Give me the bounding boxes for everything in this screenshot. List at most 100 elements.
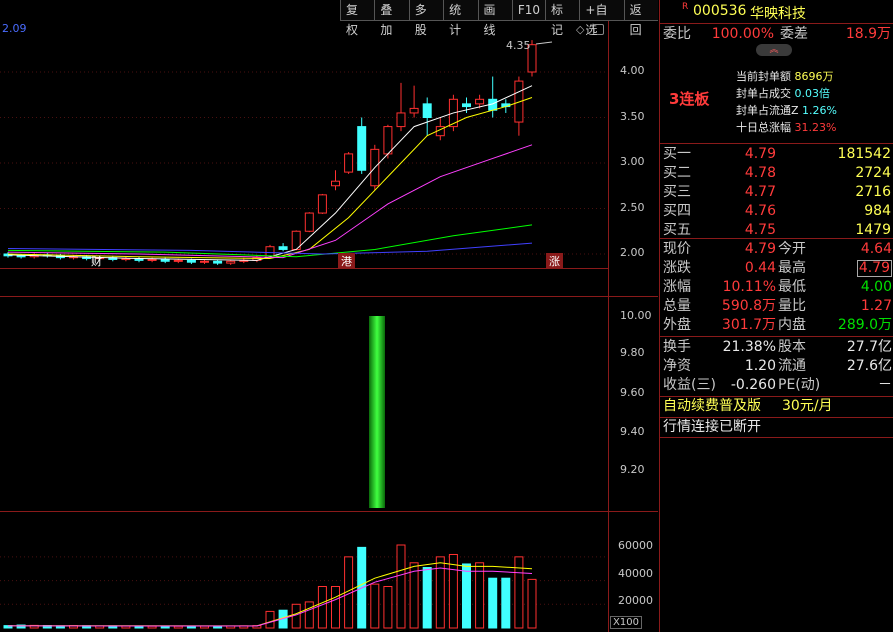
price-tick: 4.00 bbox=[620, 64, 645, 77]
kline-chart-area[interactable]: 2.09 4.35 ◇ 4.00 3.50 3.00 2.50 2.00 10.… bbox=[0, 0, 658, 632]
candle-body bbox=[160, 258, 170, 262]
quote-label: 量比 bbox=[778, 298, 806, 314]
fund-row: 净资 1.20 流通 27.6亿 bbox=[660, 357, 893, 376]
draw-line-button[interactable]: 画线 bbox=[477, 0, 512, 37]
quote-value: 1.27 bbox=[860, 298, 892, 314]
indicator-tick: 9.40 bbox=[620, 425, 645, 438]
connection-status: 行情连接已断开 bbox=[663, 419, 761, 435]
add-watchlist-button[interactable]: +自选 bbox=[579, 0, 624, 37]
chart-toolbar: 复权 叠加 多股 统计 画线 F10 标记 +自选 返回 bbox=[340, 0, 658, 37]
connection-status-row: 行情连接已断开 bbox=[660, 418, 893, 437]
bid-volume: 2724 bbox=[855, 165, 891, 181]
seal-info-value: 1.26% bbox=[802, 104, 837, 117]
high-label-arrow bbox=[535, 41, 553, 45]
quote-value: 4.00 bbox=[860, 279, 892, 295]
quote-value: 10.11% bbox=[722, 279, 776, 295]
seal-info-item: 封单占成交 0.03倍 bbox=[736, 85, 837, 102]
quote-value: 0.44 bbox=[744, 260, 776, 276]
multi-stock-button[interactable]: 多股 bbox=[408, 0, 444, 37]
divider bbox=[660, 23, 893, 24]
candle-body bbox=[213, 260, 223, 264]
seal-info-label: 封单占成交 bbox=[736, 87, 791, 100]
quote-row: 现价 4.79 今开 4.64 bbox=[660, 240, 893, 259]
bid-row[interactable]: 买三 4.77 2716 bbox=[660, 183, 893, 202]
price-tick: 2.50 bbox=[620, 201, 645, 214]
candle-body bbox=[357, 126, 367, 171]
candle-body bbox=[147, 258, 157, 261]
seal-info-label: 十日总涨幅 bbox=[736, 121, 791, 134]
subscription-row[interactable]: 自动续费普及版 30元/月 bbox=[660, 397, 893, 416]
volume-tick: 40000 bbox=[618, 567, 653, 580]
weibi-label: 委比 bbox=[663, 26, 691, 42]
chart-canvas[interactable] bbox=[0, 0, 658, 632]
overlay-button[interactable]: 叠加 bbox=[374, 0, 409, 37]
stock-name: 华映科技 bbox=[750, 6, 806, 22]
candle-body bbox=[475, 98, 485, 105]
quote-value: 289.0万 bbox=[837, 317, 892, 333]
bid-label: 买四 bbox=[663, 203, 691, 219]
fund-value: 1.20 bbox=[744, 358, 776, 374]
event-marker-finance[interactable]: 财 bbox=[88, 253, 105, 269]
event-marker-limitup[interactable]: 涨 bbox=[546, 253, 563, 269]
divider bbox=[660, 437, 893, 438]
high-price-label: 4.35 bbox=[506, 39, 531, 52]
quote-value: 4.79 bbox=[744, 241, 776, 257]
seal-info-value: 31.23% bbox=[794, 121, 837, 134]
bid-row[interactable]: 买一 4.79 181542 bbox=[660, 145, 893, 164]
mark-button[interactable]: 标记 bbox=[545, 0, 580, 37]
quote-label: 总量 bbox=[663, 298, 691, 314]
price-tick: 2.00 bbox=[620, 246, 645, 259]
subscription-price[interactable]: 30元/月 bbox=[782, 397, 833, 416]
volume-bar bbox=[317, 586, 327, 629]
indicator-tick: 9.20 bbox=[620, 463, 645, 476]
bid-row[interactable]: 买四 4.76 984 bbox=[660, 202, 893, 221]
volume-bar bbox=[331, 586, 340, 629]
event-marker-hk[interactable]: 港 bbox=[338, 253, 355, 269]
fund-row: 换手 21.38% 股本 27.7亿 bbox=[660, 338, 893, 357]
quote-panel: R 000536 华映科技 委比 100.00% 委差 18.9万 ︽ 3连板 … bbox=[659, 0, 893, 632]
bid-row[interactable]: 买二 4.78 2724 bbox=[660, 164, 893, 183]
restore-rights-button[interactable]: 复权 bbox=[340, 0, 375, 37]
candle-body bbox=[409, 107, 419, 114]
fund-value: 21.38% bbox=[722, 339, 776, 355]
quote-row: 外盘 301.7万 内盘 289.0万 bbox=[660, 316, 893, 335]
subscription-label[interactable]: 自动续费普及版 bbox=[663, 397, 761, 416]
volume-bar bbox=[462, 563, 471, 629]
stock-code: 000536 bbox=[693, 3, 747, 19]
quote-value: 301.7万 bbox=[721, 317, 776, 333]
divider bbox=[660, 336, 893, 337]
bid-label: 买一 bbox=[663, 146, 691, 162]
indicator-tick: 9.80 bbox=[620, 346, 645, 359]
volume-bar bbox=[370, 583, 380, 629]
bid-price: 4.76 bbox=[744, 203, 776, 219]
volume-tick: 60000 bbox=[618, 539, 653, 552]
bid-price: 4.77 bbox=[744, 184, 776, 200]
volume-unit-badge[interactable]: X100 bbox=[610, 616, 642, 629]
seal-info-value: 0.03倍 bbox=[794, 87, 831, 100]
price-tick: 3.00 bbox=[620, 155, 645, 168]
quote-label: 今开 bbox=[778, 241, 806, 257]
price-tick: 3.50 bbox=[620, 110, 645, 123]
volume-bar bbox=[448, 553, 458, 629]
back-button[interactable]: 返回 bbox=[623, 0, 658, 37]
candle-body bbox=[200, 260, 209, 263]
indicator-tick: 9.60 bbox=[620, 386, 645, 399]
fund-label: 净资 bbox=[663, 358, 691, 374]
weibi-value: 100.00% bbox=[711, 26, 774, 42]
statistics-button[interactable]: 统计 bbox=[443, 0, 478, 37]
bid-volume: 2716 bbox=[855, 184, 891, 200]
indicator-tick: 10.00 bbox=[620, 309, 652, 322]
seal-info-item: 十日总涨幅 31.23% bbox=[736, 119, 837, 136]
f10-button[interactable]: F10 bbox=[511, 0, 546, 21]
seal-info-label: 当前封单额 bbox=[736, 70, 791, 83]
fund-label: 收益(三) bbox=[663, 377, 716, 393]
weicha-value: 18.9万 bbox=[845, 26, 891, 42]
volume-bar bbox=[475, 562, 485, 629]
topleft-value: 2.09 bbox=[2, 22, 27, 35]
quote-row: 涨跌 0.44 最高 4.79 bbox=[660, 259, 893, 278]
candle-body bbox=[304, 212, 314, 232]
collapse-arrow-icon[interactable]: ︽ bbox=[756, 44, 792, 56]
bid-price: 4.78 bbox=[744, 165, 776, 181]
pane-divider-3 bbox=[0, 296, 658, 297]
r-badge-icon: R bbox=[682, 2, 689, 12]
